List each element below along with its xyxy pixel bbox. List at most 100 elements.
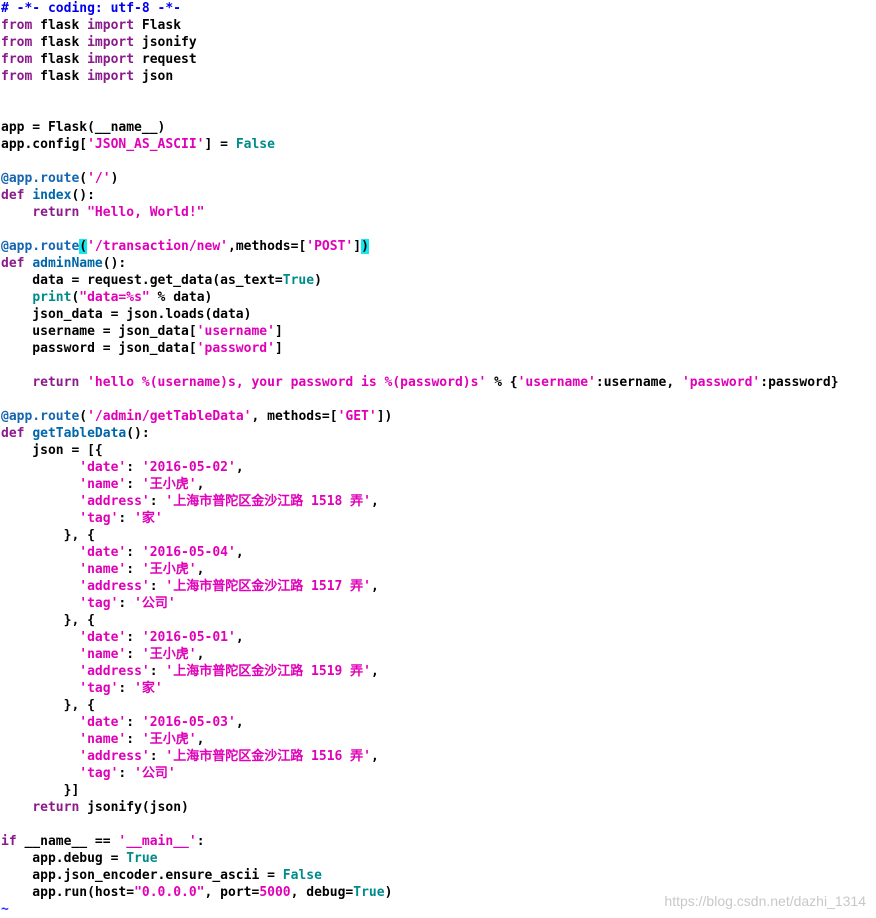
code-token-str: 'name' bbox=[79, 477, 127, 492]
code-line[interactable]: 'date': '2016-05-01', bbox=[1, 629, 875, 646]
code-line[interactable] bbox=[1, 357, 875, 374]
code-line[interactable]: 'date': '2016-05-03', bbox=[1, 714, 875, 731]
code-line[interactable]: }] bbox=[1, 782, 875, 799]
code-line[interactable]: username = json_data['username'] bbox=[1, 323, 875, 340]
code-line[interactable]: def index(): bbox=[1, 187, 875, 204]
code-token-kw: import bbox=[87, 35, 135, 50]
code-token-norm: : bbox=[126, 630, 142, 645]
code-line[interactable]: 'address': '上海市普陀区金沙江路 1519 弄', bbox=[1, 663, 875, 680]
code-line[interactable]: # -*- coding: utf-8 -*- bbox=[1, 0, 875, 17]
code-token-norm: ] bbox=[274, 341, 283, 356]
code-line[interactable]: 'tag': '家' bbox=[1, 680, 875, 697]
code-line[interactable]: def adminName(): bbox=[1, 255, 875, 272]
code-line[interactable]: 'tag': '家' bbox=[1, 510, 875, 527]
code-token-str: 'address' bbox=[79, 579, 150, 594]
code-line[interactable] bbox=[1, 102, 875, 119]
code-line[interactable]: return "Hello, World!" bbox=[1, 204, 875, 221]
code-token-num: 5000 bbox=[259, 885, 291, 900]
code-token-norm: jsonify bbox=[134, 35, 197, 50]
code-line[interactable]: json = [{ bbox=[1, 442, 875, 459]
code-token-str: 'username' bbox=[196, 324, 275, 339]
code-token-const: True bbox=[126, 851, 158, 866]
code-line[interactable]: from flask import request bbox=[1, 51, 875, 68]
code-token-norm bbox=[1, 766, 79, 781]
code-line[interactable]: 'address': '上海市普陀区金沙江路 1518 弄', bbox=[1, 493, 875, 510]
code-token-norm bbox=[79, 375, 87, 390]
code-token-norm: , bbox=[235, 715, 244, 730]
code-token-str: "data=%s" bbox=[79, 290, 150, 305]
code-line[interactable]: from flask import Flask bbox=[1, 17, 875, 34]
code-token-norm: : bbox=[126, 460, 142, 475]
code-token-str: 'name' bbox=[79, 562, 127, 577]
code-token-norm: flask bbox=[32, 52, 88, 67]
code-token-norm: : bbox=[118, 766, 135, 781]
code-token-norm: app.json_encoder.ensure_ascii = bbox=[1, 868, 283, 883]
code-token-str: 'address' bbox=[79, 749, 150, 764]
code-line[interactable]: @app.route('/admin/getTableData', method… bbox=[1, 408, 875, 425]
code-line[interactable]: 'date': '2016-05-04', bbox=[1, 544, 875, 561]
code-line[interactable] bbox=[1, 816, 875, 833]
code-line[interactable]: 'name': '王小虎', bbox=[1, 731, 875, 748]
code-token-norm: password = json_data[ bbox=[1, 341, 197, 356]
code-token-str: '王小虎' bbox=[141, 732, 197, 747]
code-line[interactable]: json_data = json.loads(data) bbox=[1, 306, 875, 323]
code-line[interactable]: 'tag': '公司' bbox=[1, 595, 875, 612]
code-token-norm bbox=[1, 664, 79, 679]
code-line[interactable]: from flask import json bbox=[1, 68, 875, 85]
code-token-norm: (): bbox=[71, 188, 95, 203]
code-line[interactable]: password = json_data['password'] bbox=[1, 340, 875, 357]
code-line[interactable]: app.debug = True bbox=[1, 850, 875, 867]
code-token-norm: ]) bbox=[376, 409, 393, 424]
code-token-str: 'GET' bbox=[337, 409, 377, 424]
code-token-dec: @app.route bbox=[1, 239, 80, 254]
code-token-norm bbox=[1, 511, 79, 526]
code-token-norm bbox=[1, 205, 32, 220]
code-line[interactable]: from flask import jsonify bbox=[1, 34, 875, 51]
code-line[interactable] bbox=[1, 221, 875, 238]
code-token-norm: , bbox=[235, 630, 244, 645]
code-token-norm: , bbox=[371, 494, 379, 509]
code-line[interactable] bbox=[1, 391, 875, 408]
code-line[interactable]: @app.route('/transaction/new',methods=['… bbox=[1, 238, 875, 255]
code-token-str: '王小虎' bbox=[141, 562, 197, 577]
code-line[interactable]: return jsonify(json) bbox=[1, 799, 875, 816]
code-token-norm: , bbox=[196, 732, 205, 747]
code-line[interactable]: @app.route('/') bbox=[1, 170, 875, 187]
code-line[interactable]: app.config['JSON_AS_ASCII'] = False bbox=[1, 136, 875, 153]
code-line[interactable] bbox=[1, 153, 875, 170]
code-line[interactable]: if __name__ == '__main__': bbox=[1, 833, 875, 850]
code-line[interactable]: data = request.get_data(as_text=True) bbox=[1, 272, 875, 289]
code-token-norm: % data) bbox=[149, 290, 213, 305]
code-line[interactable]: }, { bbox=[1, 697, 875, 714]
code-token-norm: data = request.get_data(as_text= bbox=[1, 273, 283, 288]
code-line[interactable]: return 'hello %(username)s, your passwor… bbox=[1, 374, 875, 391]
code-token-norm: :password} bbox=[760, 375, 839, 390]
code-line[interactable]: 'address': '上海市普陀区金沙江路 1517 弄', bbox=[1, 578, 875, 595]
code-line[interactable]: 'name': '王小虎', bbox=[1, 646, 875, 663]
code-line[interactable]: 'tag': '公司' bbox=[1, 765, 875, 782]
code-line[interactable]: app.json_encoder.ensure_ascii = False bbox=[1, 867, 875, 884]
code-token-str: 'username' bbox=[517, 375, 596, 390]
code-token-str: '2016-05-02' bbox=[141, 460, 236, 475]
code-token-norm: ] bbox=[274, 324, 283, 339]
code-token-kw: def bbox=[1, 188, 25, 203]
code-token-norm: json = [{ bbox=[1, 443, 103, 458]
code-line[interactable]: app = Flask(__name__) bbox=[1, 119, 875, 136]
code-line[interactable]: 'address': '上海市普陀区金沙江路 1516 弄', bbox=[1, 748, 875, 765]
code-token-norm: ] bbox=[353, 239, 362, 254]
code-token-str: '家' bbox=[134, 681, 163, 696]
code-line[interactable]: 'name': '王小虎', bbox=[1, 561, 875, 578]
code-line[interactable]: def getTableData(): bbox=[1, 425, 875, 442]
code-line[interactable]: print("data=%s" % data) bbox=[1, 289, 875, 306]
code-line[interactable]: 'date': '2016-05-02', bbox=[1, 459, 875, 476]
code-token-kw: import bbox=[87, 18, 135, 33]
code-line[interactable]: 'name': '王小虎', bbox=[1, 476, 875, 493]
code-line[interactable]: }, { bbox=[1, 527, 875, 544]
code-editor[interactable]: # -*- coding: utf-8 -*- from flask import… bbox=[1, 0, 875, 917]
code-token-kw: import bbox=[87, 69, 135, 84]
code-token-tilde: ~ bbox=[1, 902, 9, 917]
code-line[interactable]: }, { bbox=[1, 612, 875, 629]
code-token-norm: flask bbox=[32, 69, 88, 84]
code-token-norm bbox=[1, 732, 79, 747]
code-line[interactable] bbox=[1, 85, 875, 102]
